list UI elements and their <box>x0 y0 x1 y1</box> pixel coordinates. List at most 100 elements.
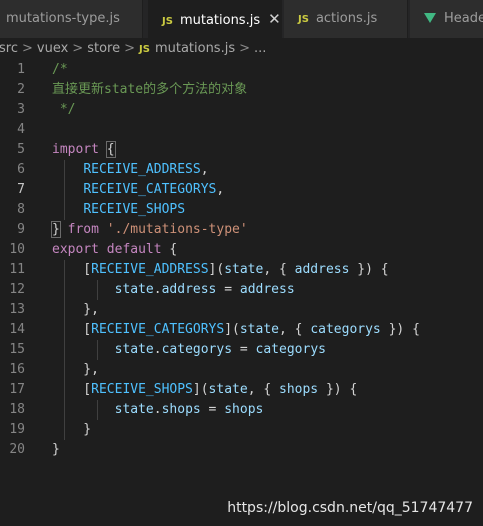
code-token: }) { <box>318 382 358 397</box>
chevron-right-icon: > <box>72 41 84 56</box>
breadcrumb-item-symbol[interactable]: ... <box>254 41 266 56</box>
code-text: } <box>52 420 91 440</box>
code-line[interactable]: 14 [RECEIVE_CATEGORYS](state, { category… <box>0 320 483 340</box>
code-token: categorys <box>161 342 233 357</box>
line-number: 12 <box>9 282 25 297</box>
code-text: [RECEIVE_SHOPS](state, { shops }) { <box>52 380 357 400</box>
code-token: . <box>153 342 162 357</box>
code-token: , <box>216 182 225 197</box>
code-token: . <box>153 282 162 297</box>
code-token: [ <box>52 262 92 277</box>
code-line[interactable]: 20} <box>0 440 483 460</box>
code-text: export default { <box>52 240 177 260</box>
code-token: ]( <box>192 382 209 397</box>
breadcrumb-item-store[interactable]: store <box>87 41 120 56</box>
line-number: 11 <box>9 262 25 277</box>
code-line[interactable]: 10 export default { <box>0 240 483 260</box>
code-text: } <box>52 440 60 460</box>
code-text: RECEIVE_CATEGORYS, <box>52 180 224 200</box>
js-icon: JS <box>162 16 173 27</box>
code-token: { <box>161 242 178 257</box>
line-number: 17 <box>9 382 25 397</box>
code-line[interactable]: 5 import { <box>0 140 483 160</box>
code-token: address <box>294 262 350 277</box>
code-token: , { <box>279 322 311 337</box>
code-line[interactable]: 12 state.address = address <box>0 280 483 300</box>
code-line[interactable]: 9} from './mutations-type' <box>0 220 483 240</box>
line-number: 7 <box>17 182 25 197</box>
code-line[interactable]: 8 RECEIVE_SHOPS <box>0 200 483 220</box>
code-token: { <box>105 141 116 158</box>
code-line[interactable]: 4 <box>0 120 483 140</box>
code-token: RECEIVE_CATEGORYS <box>83 182 217 197</box>
code-token: } <box>52 442 60 457</box>
watermark: https://blog.csdn.net/qq_51747477 <box>227 500 473 516</box>
code-token: [ <box>52 382 92 397</box>
code-token: state <box>114 402 154 417</box>
code-line[interactable]: 7 RECEIVE_CATEGORYS, <box>0 180 483 200</box>
breadcrumb: src > vuex > store > JS mutations.js >... <box>0 38 483 60</box>
code-token: , <box>200 162 209 177</box>
code-text: state.address = address <box>52 280 295 300</box>
line-number: 6 <box>17 162 25 177</box>
tab-mutations[interactable]: JS mutations.js ✕ <box>148 0 282 38</box>
code-text: state.categorys = categorys <box>52 340 326 360</box>
code-line[interactable]: 17 [RECEIVE_SHOPS](state, { shops }) { <box>0 380 483 400</box>
code-line[interactable]: 15 state.categorys = categorys <box>0 340 483 360</box>
code-token: RECEIVE_SHOPS <box>91 382 193 397</box>
code-line[interactable]: 19 } <box>0 420 483 440</box>
code-token: RECEIVE_CATEGORYS <box>91 322 225 337</box>
tab-label: mutations-type.js <box>6 11 120 26</box>
code-token: . <box>153 402 162 417</box>
line-number: 15 <box>9 342 25 357</box>
code-token: address <box>239 282 295 297</box>
tab-mutations-type[interactable]: mutations-type.js <box>0 0 143 38</box>
code-text: } from './mutations-type' <box>51 220 248 240</box>
editor-tab-bar: mutations-type.js JS mutations.js ✕ JS acti… <box>0 0 483 38</box>
tab-header[interactable]: Header <box>410 0 483 38</box>
code-line[interactable]: 6 RECEIVE_ADDRESS, <box>0 160 483 180</box>
close-icon[interactable]: ✕ <box>268 10 281 28</box>
code-token: }) { <box>349 262 389 277</box>
code-line[interactable]: 1 /* <box>0 60 483 80</box>
line-number: 5 <box>17 142 25 157</box>
code-text: /* <box>52 60 68 80</box>
code-line[interactable]: 3 */ <box>0 100 483 120</box>
code-editor[interactable]: 1/* 2 直接更新state的多个方法的对象 3 */4 5 import {6 REC… <box>0 60 483 500</box>
breadcrumb-item-src[interactable]: src <box>0 41 18 56</box>
code-text: import { <box>52 140 116 160</box>
tab-label: actions.js <box>315 11 378 26</box>
tab-actions[interactable]: JS actions.js <box>284 0 408 38</box>
code-token: default <box>106 242 162 257</box>
code-token: /* <box>52 62 68 77</box>
js-icon: JS <box>139 44 150 55</box>
code-token: export <box>52 242 99 257</box>
code-line[interactable]: 16 }, <box>0 360 483 380</box>
code-token: state <box>114 282 154 297</box>
breadcrumb-item-file[interactable]: mutations.js <box>155 41 235 56</box>
code-line[interactable]: 11 [RECEIVE_ADDRESS](state, { address })… <box>0 260 483 280</box>
code-token: }, <box>52 302 99 317</box>
code-token: categorys <box>310 322 381 337</box>
code-token: RECEIVE_SHOPS <box>83 202 186 217</box>
code-token: RECEIVE_ADDRESS <box>91 262 209 277</box>
code-token: './mutations-type' <box>106 222 248 237</box>
code-token: */ <box>52 102 76 117</box>
code-token: shops <box>161 402 201 417</box>
breadcrumb-item-vuex[interactable]: vuex <box>37 41 68 56</box>
code-token: = <box>200 402 225 417</box>
chevron-right-icon: > <box>124 41 135 56</box>
chevron-right-icon: > <box>239 41 251 56</box>
code-token: , { <box>263 262 295 277</box>
line-number: 2 <box>17 82 25 97</box>
code-line[interactable]: 13 }, <box>0 300 483 320</box>
code-line[interactable]: 18 state.shops = shops <box>0 400 483 420</box>
code-line[interactable]: 2 直接更新state的多个方法的对象 <box>0 80 483 100</box>
code-token: RECEIVE_ADDRESS <box>83 162 201 177</box>
